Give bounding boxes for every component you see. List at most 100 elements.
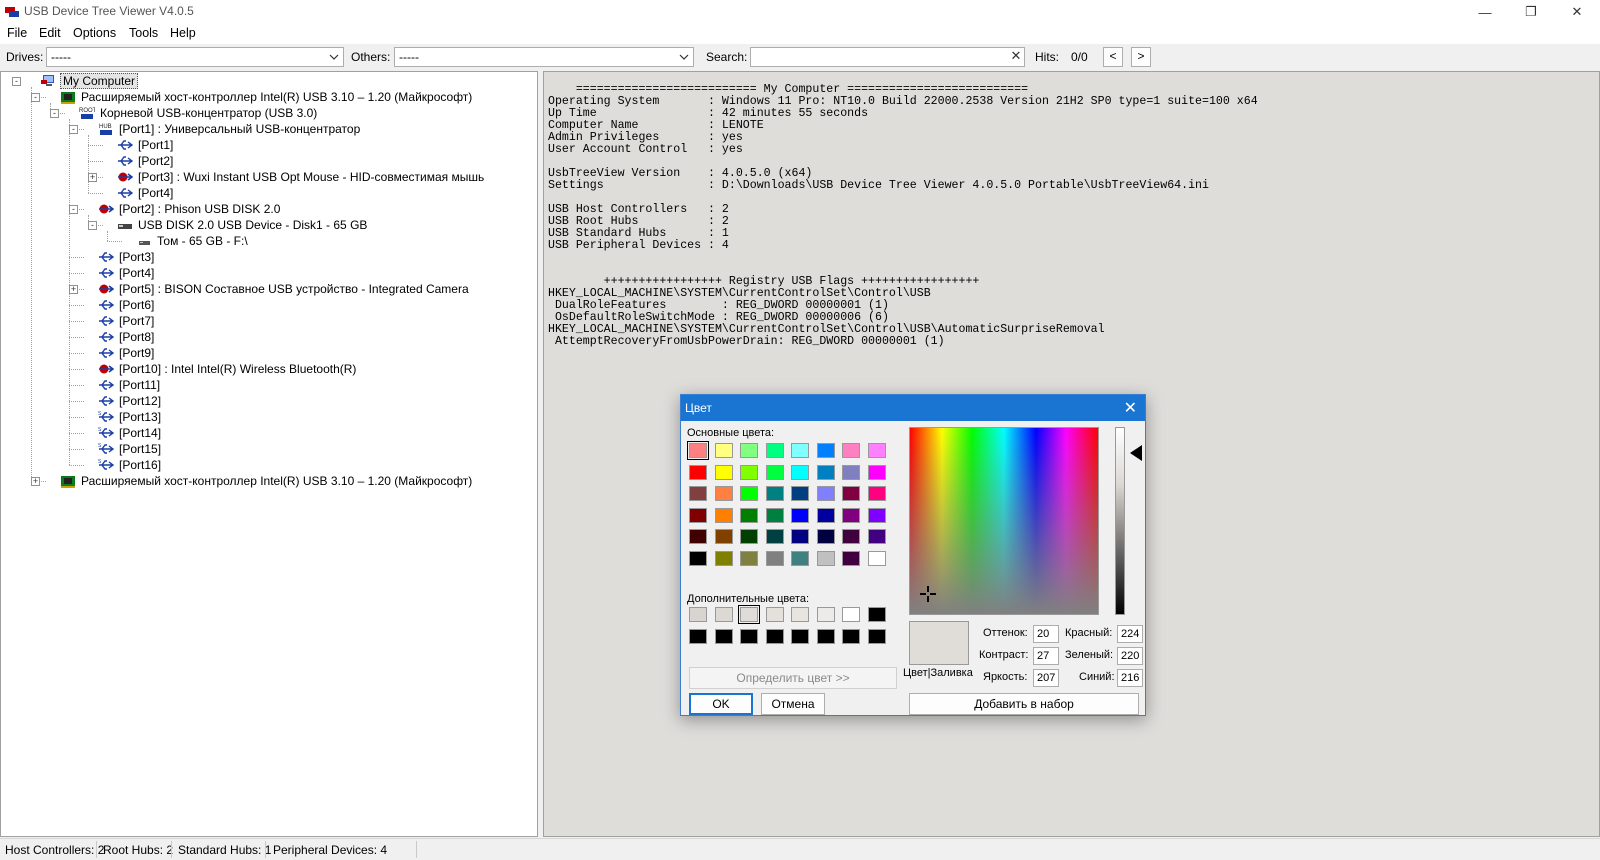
custom-color-swatch[interactable] [816,628,835,644]
tree-item[interactable]: [Port12] [98,393,163,409]
color-spectrum[interactable] [909,427,1099,615]
basic-color-swatch[interactable] [791,486,809,502]
collapse-icon[interactable]: - [12,77,21,86]
others-select[interactable]: ----- [394,47,694,67]
maximize-button[interactable]: ❐ [1508,0,1554,24]
tree-item[interactable]: - USB DISK 2.0 USB Device - Disk1 - 65 GB [88,217,369,233]
minimize-button[interactable]: — [1462,0,1508,24]
tree-item[interactable]: - [Port2] : Phison USB DISK 2.0 [69,201,282,217]
basic-color-swatch[interactable] [740,551,758,566]
add-to-custom-colors-button[interactable]: Добавить в набор [909,693,1139,715]
tree-item[interactable]: Том - 65 GB - F:\ [136,233,250,249]
basic-color-swatch[interactable] [689,529,707,545]
ok-button[interactable]: OK [689,693,753,715]
basic-color-swatch[interactable] [714,507,733,523]
luminance-slider[interactable] [1115,427,1125,615]
tree-item[interactable]: [Port10] : Intel Intel(R) Wireless Bluet… [98,361,358,377]
custom-color-swatch[interactable] [738,605,760,624]
red-input[interactable]: 224 [1117,625,1143,643]
tree-item[interactable]: [Port9] [98,345,156,361]
basic-color-swatch[interactable] [714,443,733,458]
close-button[interactable]: ✕ [1554,0,1600,24]
basic-color-swatch[interactable] [867,529,886,545]
tree-item[interactable]: [Port8] [98,329,156,345]
luminance-arrow-icon[interactable] [1130,445,1142,461]
basic-color-swatch[interactable] [791,443,809,458]
basic-color-swatch[interactable] [765,443,784,458]
green-input[interactable]: 220 [1117,647,1143,665]
basic-color-swatch[interactable] [791,507,809,523]
hue-input[interactable]: 20 [1033,625,1059,643]
basic-color-swatch[interactable] [842,551,860,566]
basic-color-swatch[interactable] [714,486,733,502]
custom-color-swatch[interactable] [714,628,733,644]
basic-color-swatch[interactable] [765,529,784,545]
basic-color-swatch[interactable] [740,486,758,502]
define-custom-colors-button[interactable]: Определить цвет >> [689,667,897,689]
custom-color-swatch[interactable] [816,607,835,622]
basic-color-swatch[interactable] [765,464,784,480]
tree-item[interactable]: S [Port15] [98,441,163,457]
tree-item[interactable]: S [Port16] [98,457,163,473]
menu-tools[interactable]: Tools [129,26,158,40]
custom-color-swatch[interactable] [689,628,707,644]
drives-select[interactable]: ----- [46,47,344,67]
expand-icon[interactable]: + [31,477,40,486]
next-hit-button[interactable]: > [1131,47,1151,67]
tree-item[interactable]: - My Computer [12,73,139,89]
menu-help[interactable]: Help [170,26,196,40]
basic-color-swatch[interactable] [842,529,860,545]
basic-color-swatch[interactable] [816,529,835,545]
basic-color-swatch[interactable] [867,486,886,502]
custom-color-swatch[interactable] [867,607,886,622]
custom-color-swatch[interactable] [765,628,784,644]
tree-item[interactable]: [Port3] [98,249,156,265]
basic-color-swatch[interactable] [867,507,886,523]
basic-color-swatch[interactable] [765,486,784,502]
basic-color-swatch[interactable] [791,551,809,566]
tree-item[interactable]: [Port6] [98,297,156,313]
basic-color-swatch[interactable] [867,551,886,566]
expand-icon[interactable]: + [69,285,78,294]
custom-color-swatch[interactable] [689,607,707,622]
basic-color-swatch[interactable] [714,551,733,566]
basic-color-swatch[interactable] [791,529,809,545]
tree-item[interactable]: [Port4] [98,265,156,281]
basic-color-swatch[interactable] [816,486,835,502]
clear-search-icon[interactable]: ✕ [1009,49,1023,63]
collapse-icon[interactable]: - [69,125,78,134]
basic-color-swatch[interactable] [689,486,707,502]
custom-color-swatch[interactable] [791,628,809,644]
basic-color-swatch[interactable] [689,507,707,523]
basic-color-swatch[interactable] [842,507,860,523]
basic-color-swatch[interactable] [816,443,835,458]
menu-options[interactable]: Options [73,26,116,40]
collapse-icon[interactable]: - [69,205,78,214]
cancel-button[interactable]: Отмена [761,693,825,715]
basic-color-swatch[interactable] [816,507,835,523]
basic-color-swatch[interactable] [740,507,758,523]
basic-color-swatch[interactable] [740,529,758,545]
basic-color-swatch[interactable] [740,464,758,480]
device-tree[interactable]: - My Computer - Расширяемый хост-контроллер… [0,71,538,837]
tree-item[interactable]: S [Port14] [98,425,163,441]
collapse-icon[interactable]: - [31,93,40,102]
tree-item[interactable]: + Расширяемый хост-контроллер Intel(R) US… [31,473,474,489]
custom-color-swatch[interactable] [765,607,784,622]
basic-color-swatch[interactable] [714,529,733,545]
basic-color-swatch[interactable] [842,443,860,458]
basic-color-swatch[interactable] [765,551,784,566]
basic-color-swatch[interactable] [689,464,707,480]
menu-edit[interactable]: Edit [39,26,61,40]
tree-item[interactable]: [Port7] [98,313,156,329]
custom-color-swatch[interactable] [791,607,809,622]
tree-item[interactable]: [Port1] [117,137,175,153]
tree-item[interactable]: - HUB [Port1] : Универсальный USB-концентр… [69,121,362,137]
custom-color-swatch[interactable] [842,607,860,622]
tree-item[interactable]: + [Port5] : BISON Составное USB устройств… [69,281,471,297]
tree-item[interactable]: [Port4] [117,185,175,201]
basic-color-swatch[interactable] [867,464,886,480]
tree-item[interactable]: - Расширяемый хост-контроллер Intel(R) US… [31,89,474,105]
basic-color-swatch[interactable] [867,443,886,458]
basic-color-swatch[interactable] [791,464,809,480]
